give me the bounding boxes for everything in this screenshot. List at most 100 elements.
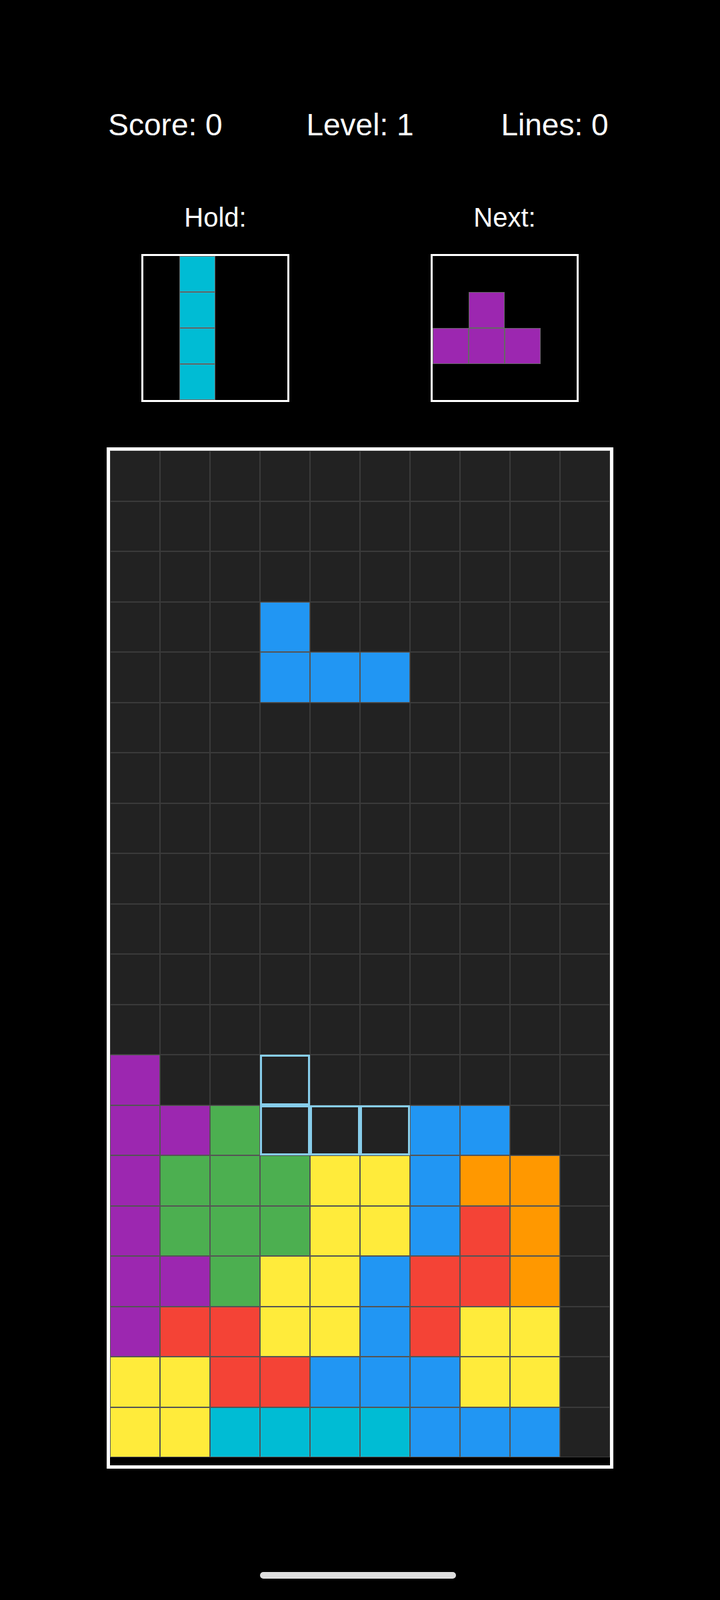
board-cell (160, 1206, 210, 1257)
board-cell (360, 1407, 410, 1458)
board-cell (460, 1054, 510, 1106)
board-cell (260, 752, 310, 804)
next-cell (432, 328, 469, 364)
board-cell (360, 752, 410, 804)
board-cell (210, 904, 260, 955)
board-cell (260, 551, 310, 602)
board-cell (310, 1206, 360, 1257)
board-cell (510, 1206, 560, 1257)
board-cell (260, 1155, 310, 1206)
board-cell (260, 702, 310, 754)
board-cell (210, 1256, 260, 1307)
board-cell (310, 752, 360, 804)
next-box (430, 254, 579, 402)
board-cell (360, 652, 410, 703)
board-cell (560, 1407, 610, 1458)
board-cell (410, 1206, 460, 1257)
board-cell (310, 450, 360, 502)
board-cell (160, 752, 210, 804)
hold-cell (251, 256, 288, 292)
board-cell (460, 450, 510, 502)
board-cell (210, 1407, 260, 1458)
next-cell (504, 292, 541, 328)
hold-cell (215, 328, 252, 364)
board-cell (410, 904, 460, 955)
board-cell (360, 853, 410, 904)
board-cell (560, 652, 610, 703)
board-cell (510, 652, 560, 703)
board-cell (460, 1306, 510, 1358)
board-cell (160, 1105, 210, 1156)
board-cell (160, 551, 210, 602)
board-cell (260, 1356, 310, 1408)
hold-cell (143, 292, 180, 328)
board-cell (510, 803, 560, 854)
board-cell (360, 1356, 410, 1408)
next-cell (504, 364, 541, 400)
hold-box[interactable] (141, 254, 290, 402)
next-cell (432, 292, 469, 328)
board-cell (360, 954, 410, 1005)
board-cell (410, 1306, 460, 1358)
board-cell (560, 702, 610, 754)
hold-cell (143, 364, 180, 400)
board-cell (110, 954, 160, 1005)
board-cell (160, 702, 210, 754)
board-cell (260, 1206, 310, 1257)
board-cell (510, 752, 560, 804)
board-cell (410, 1155, 460, 1206)
next-cell (468, 328, 505, 364)
board-cell (260, 853, 310, 904)
board-cell (460, 853, 510, 904)
board-cell (460, 1356, 510, 1408)
next-cell (504, 328, 541, 364)
board-cell (460, 702, 510, 754)
board-cell (110, 1206, 160, 1257)
home-indicator[interactable] (260, 1572, 456, 1579)
board-cell (310, 652, 360, 703)
board-cell (410, 450, 460, 502)
board-cell (160, 803, 210, 854)
board-cell (410, 702, 460, 754)
board-cell (510, 602, 560, 653)
hold-cell (179, 328, 216, 364)
board-cell (560, 1206, 610, 1257)
game-board[interactable] (106, 447, 614, 1469)
next-cell (468, 256, 505, 292)
board-cell (110, 1306, 160, 1358)
board-cell (310, 501, 360, 552)
board-cell (160, 652, 210, 703)
next-cell (540, 292, 577, 328)
next-cell (540, 256, 577, 292)
hold-cell (215, 292, 252, 328)
board-cell (560, 602, 610, 653)
board-cell (560, 501, 610, 552)
board-cell (160, 853, 210, 904)
board-cell (360, 702, 410, 754)
board-cell (260, 1306, 310, 1358)
next-cell (432, 364, 469, 400)
board-cell (310, 1054, 360, 1106)
next-cell (432, 256, 469, 292)
board-cell (560, 1256, 610, 1307)
board-cell (210, 803, 260, 854)
board-cell (360, 1306, 410, 1358)
board-cell (360, 1206, 410, 1257)
board-cell (110, 551, 160, 602)
board-cell (410, 954, 460, 1005)
board-cell (510, 1054, 560, 1106)
board-cell (160, 501, 210, 552)
board-cell (210, 1206, 260, 1257)
board-cell (110, 501, 160, 552)
board-cell (360, 1054, 410, 1106)
board-cell (160, 1306, 210, 1358)
board-cell (460, 652, 510, 703)
board-cell (510, 954, 560, 1005)
board-cell (310, 1306, 360, 1358)
board-cell (110, 1105, 160, 1156)
board-cell (460, 501, 510, 552)
board-cell (110, 702, 160, 754)
board-cell (210, 1155, 260, 1206)
board-cell (360, 450, 410, 502)
next-panel: Next: (430, 201, 579, 402)
